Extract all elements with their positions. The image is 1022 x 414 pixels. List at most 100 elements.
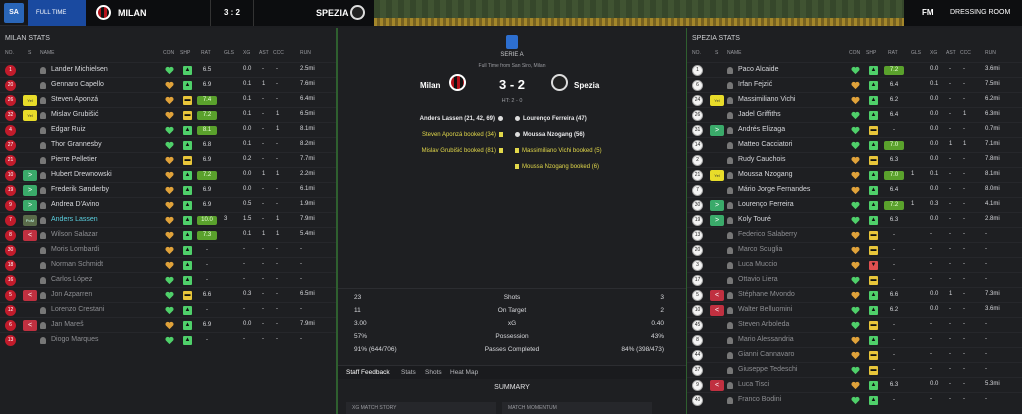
player-name[interactable]: Anders Lassen — [51, 216, 98, 223]
player-row[interactable]: 16 Carlos López ▲ - - - - - — [0, 272, 336, 287]
player-name[interactable]: Andrea D'Avino — [51, 201, 99, 208]
header-name[interactable]: NAME — [40, 50, 54, 56]
player-row[interactable]: 21 Yel Moussa Nzogang ▲ 7.0 1 0.1 - - 8.1mi — [687, 167, 1022, 182]
player-row[interactable]: 8 < Wilson Salazar ▲ 7.3 0.1 1 1 5.4mi — [0, 227, 336, 242]
player-row[interactable]: 27 Thor Grannesby ▲ 6.8 0.1 - - 8.2mi — [0, 137, 336, 152]
player-row[interactable]: 10 < Walter Belluomini ▲ 6.2 0.0 - - 3.6mi — [687, 302, 1022, 317]
player-name[interactable]: Matteo Cacciatori — [738, 141, 792, 148]
player-row[interactable]: 20 Marco Scuglia ▬ - - - - - — [687, 242, 1022, 257]
player-name[interactable]: Steven Aponzá — [51, 96, 98, 103]
player-row[interactable]: 7 PoM Anders Lassen ▲ 10.0 3 1.5 - 1 7.9mi — [0, 212, 336, 227]
home-team[interactable]: MILAN — [86, 0, 210, 26]
player-name[interactable]: Frederik Sønderby — [51, 186, 109, 193]
player-name[interactable]: Pierre Pelletier — [51, 156, 97, 163]
player-name[interactable]: Mislav Grubišić — [51, 111, 98, 118]
player-name[interactable]: Koly Touré — [738, 216, 771, 223]
tab-stats[interactable]: Stats — [401, 369, 416, 376]
player-name[interactable]: Norman Schmidt — [51, 261, 103, 268]
header-con[interactable]: CON — [163, 50, 174, 56]
header-no[interactable]: NO. — [5, 50, 14, 56]
player-name[interactable]: Walter Belluomini — [738, 306, 792, 313]
player-row[interactable]: 26 Jadel Griffiths ▲ 6.4 0.0 - 1 6.3mi — [687, 107, 1022, 122]
header-xg[interactable]: XG — [930, 50, 937, 56]
xg-match-story-card[interactable]: XG MATCH STORY — [346, 402, 496, 414]
player-row[interactable]: 17 Ottavio Liera ▬ - - - - - — [687, 272, 1022, 287]
player-name[interactable]: Lander Michielsen — [51, 66, 108, 73]
player-row[interactable]: 14 Matteo Cacciatori ▲ 7.0 0.0 1 1 7.1mi — [687, 137, 1022, 152]
player-name[interactable]: Lorenzo Crestani — [51, 306, 104, 313]
player-row[interactable]: 4 Edgar Ruiz ▲ 8.1 0.0 - 1 8.1mi — [0, 122, 336, 137]
player-row[interactable]: 31 > Andrés Elizaga ▬ - 0.0 - - 0.7mi — [687, 122, 1022, 137]
header-xg[interactable]: XG — [243, 50, 250, 56]
away-team[interactable]: SPEZIA — [254, 0, 374, 26]
player-name[interactable]: Gennaro Capello — [51, 81, 104, 88]
player-name[interactable]: Luca Muccio — [738, 261, 777, 268]
player-row[interactable]: 30 Moris Lombardi ▲ - - - - - — [0, 242, 336, 257]
player-name[interactable]: Moussa Nzogang — [738, 171, 792, 178]
header-run[interactable]: RUN — [300, 50, 311, 56]
player-row[interactable]: 5 < Jon Azparren ▬ 6.6 0.3 - - 6.5mi — [0, 287, 336, 302]
player-row[interactable]: 45 Steven Arboleda ▬ - - - - - — [687, 317, 1022, 332]
player-name[interactable]: Diogo Marques — [51, 336, 98, 343]
header-rat[interactable]: RAT — [201, 50, 211, 56]
player-name[interactable]: Wilson Salazar — [51, 231, 98, 238]
player-row[interactable]: 3 Luca Muccio ▼ - - - - - — [687, 257, 1022, 272]
player-name[interactable]: Paco Alcaide — [738, 66, 778, 73]
player-row[interactable]: 19 > Koly Touré ▲ 6.3 0.0 - - 2.8mi — [687, 212, 1022, 227]
player-row[interactable]: 21 Pierre Pelletier ▬ 6.9 0.2 - - 7.7mi — [0, 152, 336, 167]
player-name[interactable]: Jadel Griffiths — [738, 111, 781, 118]
player-row[interactable]: 1 Paco Alcaide ▲ 7.2 0.0 - - 3.6mi — [687, 62, 1022, 77]
player-name[interactable]: Irfan Fejzić — [738, 81, 772, 88]
player-row[interactable]: 6 Irfan Fejzić ▲ 6.4 0.1 - - 7.5mi — [687, 77, 1022, 92]
player-row[interactable]: 26 Yel Steven Aponzá ▬ 7.4 0.1 - - 6.4mi — [0, 92, 336, 107]
player-name[interactable]: Thor Grannesby — [51, 141, 102, 148]
player-row[interactable]: 7 Mário Jorge Fernandes ▲ 6.4 0.0 - - 8.0mi — [687, 182, 1022, 197]
player-name[interactable]: Luca Tisci — [738, 381, 769, 388]
player-row[interactable]: 5 < Stéphane Mvondo ▲ 6.6 0.0 1 - 7.3mi — [687, 287, 1022, 302]
player-name[interactable]: Steven Arboleda — [738, 321, 789, 328]
player-row[interactable]: 1 Lander Michielsen ▲ 6.5 0.0 - - 2.5mi — [0, 62, 336, 77]
player-row[interactable]: 8 Mario Alessandria ▲ - - - - - — [687, 332, 1022, 347]
player-row[interactable]: 32 Yel Mislav Grubišić ▬ 7.2 0.1 - 1 6.5mi — [0, 107, 336, 122]
header-rat[interactable]: RAT — [888, 50, 898, 56]
player-row[interactable]: 40 Franco Bodini ▲ - - - - - — [687, 392, 1022, 407]
header-con[interactable]: CON — [849, 50, 860, 56]
player-row[interactable]: 18 Norman Schmidt ▲ - - - - - — [0, 257, 336, 272]
player-name[interactable]: Moris Lombardi — [51, 246, 99, 253]
player-row[interactable]: 19 > Frederik Sønderby ▲ 6.9 0.0 - - 6.1mi — [0, 182, 336, 197]
tab-staff-feedback[interactable]: Staff Feedback — [346, 369, 390, 376]
player-name[interactable]: Andrés Elizaga — [738, 126, 785, 133]
player-name[interactable]: Marco Scuglia — [738, 246, 782, 253]
player-row[interactable]: 10 > Hubert Drewnowski ▲ 7.2 0.0 1 1 2.2mi — [0, 167, 336, 182]
player-name[interactable]: Mario Alessandria — [738, 336, 794, 343]
player-name[interactable]: Carlos López — [51, 276, 92, 283]
player-name[interactable]: Franco Bodini — [738, 396, 781, 403]
player-row[interactable]: 13 Diogo Marques ▲ - - - - - — [0, 332, 336, 347]
header-shp[interactable]: SHP — [180, 50, 190, 56]
header-ast[interactable]: AST — [259, 50, 269, 56]
player-row[interactable]: 37 Giuseppe Tedeschi ▬ - - - - - — [687, 362, 1022, 377]
player-row[interactable]: 24 Yel Massimiliano Vichi ▲ 6.2 0.0 - - 6.2mi — [687, 92, 1022, 107]
player-name[interactable]: Rudy Cauchois — [738, 156, 785, 163]
player-name[interactable]: Lourenço Ferreira — [738, 201, 794, 208]
player-row[interactable]: 9 < Luca Tisci ▲ 6.3 0.0 - - 5.3mi — [687, 377, 1022, 392]
player-row[interactable]: 6 < Jan Mareš ▲ 6.9 0.0 - - 7.9mi — [0, 317, 336, 332]
player-name[interactable]: Hubert Drewnowski — [51, 171, 112, 178]
header-gls[interactable]: GLS — [911, 50, 921, 56]
tab-heat-map[interactable]: Heat Map — [450, 369, 478, 376]
header-ccc[interactable]: CCC — [960, 50, 971, 56]
player-name[interactable]: Massimiliano Vichi — [738, 96, 795, 103]
header-ccc[interactable]: CCC — [273, 50, 284, 56]
player-name[interactable]: Giuseppe Tedeschi — [738, 366, 797, 373]
player-row[interactable]: 12 Lorenzo Crestani ▲ - - - - - — [0, 302, 336, 317]
header-gls[interactable]: GLS — [224, 50, 234, 56]
player-name[interactable]: Gianni Cannavaro — [738, 351, 794, 358]
header-no[interactable]: NO. — [692, 50, 701, 56]
player-name[interactable]: Jon Azparren — [51, 291, 92, 298]
player-name[interactable]: Edgar Ruiz — [51, 126, 86, 133]
player-name[interactable]: Federico Salaberry — [738, 231, 797, 238]
tab-shots[interactable]: Shots — [425, 369, 442, 376]
header-s[interactable]: S — [28, 50, 31, 56]
player-name[interactable]: Ottavio Liera — [738, 276, 778, 283]
header-name[interactable]: NAME — [727, 50, 741, 56]
